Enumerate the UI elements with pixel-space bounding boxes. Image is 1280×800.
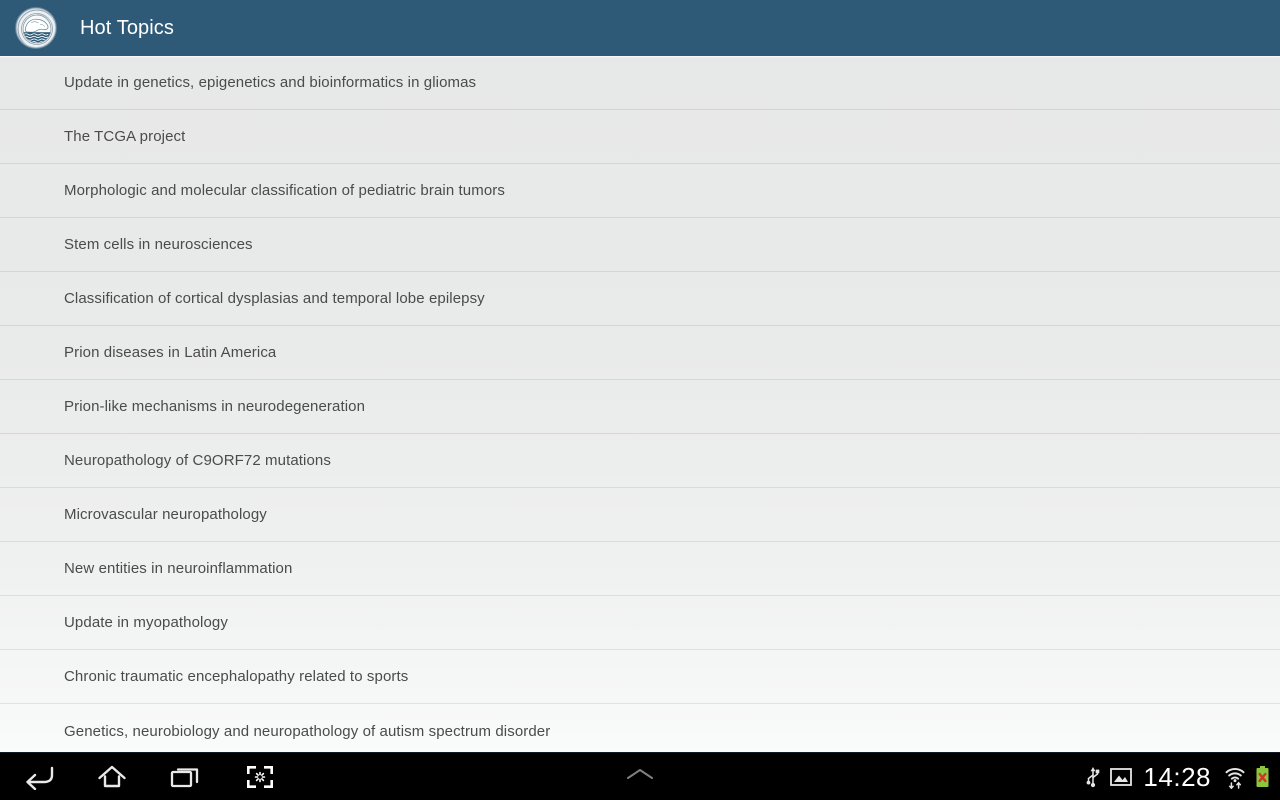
list-item[interactable]: Morphologic and molecular classification… bbox=[0, 164, 1280, 218]
list-item-label: Classification of cortical dysplasias an… bbox=[64, 290, 485, 307]
recents-icon bbox=[169, 764, 203, 790]
list-item[interactable]: New entities in neuroinflammation bbox=[0, 542, 1280, 596]
list-item-label: Morphologic and molecular classification… bbox=[64, 182, 505, 199]
list-item-label: Chronic traumatic encephalopathy related… bbox=[64, 668, 409, 685]
list-item[interactable]: Neuropathology of C9ORF72 mutations bbox=[0, 434, 1280, 488]
back-button[interactable] bbox=[14, 755, 62, 799]
status-icon-area: 14:28 bbox=[1085, 764, 1280, 790]
list-item-label: Stem cells in neurosciences bbox=[64, 236, 253, 253]
screenshot-icon bbox=[245, 764, 275, 790]
list-item-label: Update in genetics, epigenetics and bioi… bbox=[64, 74, 477, 91]
list-item-label: Prion diseases in Latin America bbox=[64, 344, 277, 361]
list-item[interactable]: Chronic traumatic encephalopathy related… bbox=[0, 650, 1280, 704]
institution-seal-icon bbox=[16, 8, 56, 48]
nav-button-group bbox=[0, 755, 284, 799]
recents-button[interactable] bbox=[162, 755, 210, 799]
list-item[interactable]: Classification of cortical dysplasias an… bbox=[0, 272, 1280, 326]
home-button[interactable] bbox=[88, 755, 136, 799]
list-item[interactable]: Update in genetics, epigenetics and bioi… bbox=[0, 56, 1280, 110]
list-item[interactable]: The TCGA project bbox=[0, 110, 1280, 164]
list-item[interactable]: Prion-like mechanisms in neurodegenerati… bbox=[0, 380, 1280, 434]
battery-error-icon bbox=[1255, 765, 1270, 789]
list-item[interactable]: Prion diseases in Latin America bbox=[0, 326, 1280, 380]
list-item-label: Microvascular neuropathology bbox=[64, 506, 267, 523]
list-item[interactable]: Microvascular neuropathology bbox=[0, 488, 1280, 542]
android-tablet-screen: Hot Topics Update in genetics, epigeneti… bbox=[0, 0, 1280, 800]
app-bar: Hot Topics bbox=[0, 0, 1280, 57]
back-icon bbox=[21, 764, 55, 790]
list-item[interactable]: Genetics, neurobiology and neuropatholog… bbox=[0, 704, 1280, 752]
list-item-label: New entities in neuroinflammation bbox=[64, 560, 293, 577]
system-navigation-bar: 14:28 bbox=[0, 752, 1280, 800]
list-item-label: Genetics, neurobiology and neuropatholog… bbox=[64, 722, 551, 740]
chevron-up-icon[interactable] bbox=[623, 765, 657, 788]
list-item[interactable]: Stem cells in neurosciences bbox=[0, 218, 1280, 272]
screenshot-button[interactable] bbox=[236, 755, 284, 799]
list-item-label: Prion-like mechanisms in neurodegenerati… bbox=[64, 398, 366, 415]
home-icon bbox=[96, 764, 128, 790]
list-item-label: Update in myopathology bbox=[64, 614, 228, 631]
list-item-label: The TCGA project bbox=[64, 128, 186, 145]
status-clock: 14:28 bbox=[1143, 761, 1211, 792]
usb-icon bbox=[1085, 765, 1101, 789]
list-item-label: Neuropathology of C9ORF72 mutations bbox=[64, 452, 331, 469]
page-title: Hot Topics bbox=[80, 16, 175, 39]
image-icon bbox=[1110, 767, 1133, 787]
hot-topics-list[interactable]: Update in genetics, epigenetics and bioi… bbox=[0, 56, 1280, 752]
list-item[interactable]: Update in myopathology bbox=[0, 596, 1280, 650]
wifi-transfer-icon bbox=[1224, 765, 1246, 789]
